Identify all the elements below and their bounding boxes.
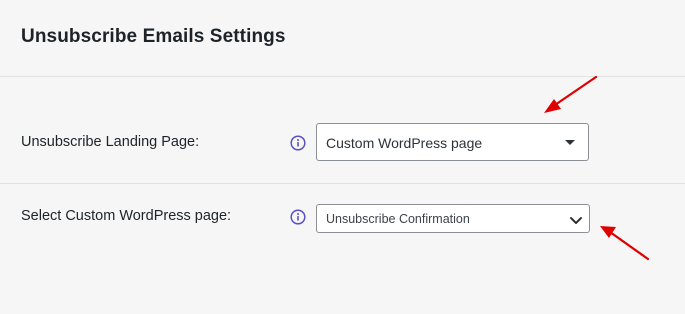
custom-page-selected-value: Unsubscribe Confirmation (326, 212, 470, 226)
info-icon[interactable] (290, 209, 306, 225)
row-divider (0, 183, 685, 184)
info-icon[interactable] (290, 135, 306, 151)
annotation-arrow-bottom (600, 226, 650, 261)
caret-down-icon (565, 140, 575, 145)
chevron-down-icon (569, 213, 583, 224)
header-divider (0, 76, 685, 77)
page-title: Unsubscribe Emails Settings (21, 26, 286, 47)
custom-page-label: Select Custom WordPress page: (21, 208, 232, 224)
landing-page-select[interactable]: Custom WordPress page (316, 123, 589, 161)
custom-page-select[interactable]: Unsubscribe Confirmation (316, 204, 590, 233)
landing-page-selected-value: Custom WordPress page (326, 135, 483, 151)
settings-panel: Unsubscribe Emails Settings Unsubscribe … (0, 0, 685, 314)
annotation-arrow-top (544, 75, 598, 113)
landing-page-label: Unsubscribe Landing Page: (21, 134, 200, 150)
